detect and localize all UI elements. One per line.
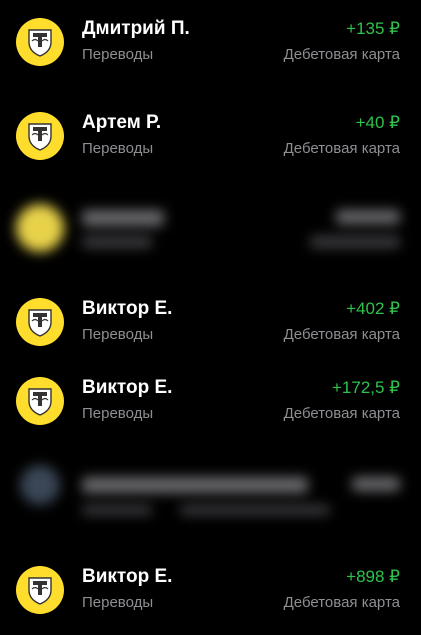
- blurred-transaction-row[interactable]: [0, 455, 421, 515]
- blurred-account: [180, 505, 330, 515]
- transaction-name: Виктор Е.: [82, 566, 173, 587]
- blurred-name: [82, 477, 308, 493]
- tinkoff-logo-icon: [16, 566, 64, 614]
- transaction-account: Дебетовая карта: [283, 326, 400, 343]
- tinkoff-logo-icon: [16, 18, 64, 66]
- blurred-avatar: [16, 204, 64, 252]
- transaction-account: Дебетовая карта: [283, 405, 400, 422]
- blurred-amount: [352, 477, 400, 491]
- transaction-account: Дебетовая карта: [283, 46, 400, 63]
- blurred-transaction-row[interactable]: [0, 198, 421, 258]
- transaction-amount: +402 ₽: [346, 299, 400, 318]
- transaction-category: Переводы: [82, 46, 154, 63]
- transaction-row[interactable]: Артем Р. Переводы +40 ₽ Дебетовая карта: [0, 106, 421, 166]
- transaction-row[interactable]: Виктор Е. Переводы +402 ₽ Дебетовая карт…: [0, 292, 421, 352]
- blurred-category: [82, 236, 152, 248]
- blurred-account: [310, 236, 400, 248]
- transaction-name: Дмитрий П.: [82, 18, 190, 39]
- blurred-category: [82, 505, 152, 515]
- transaction-category: Переводы: [82, 326, 154, 343]
- transaction-name: Виктор Е.: [82, 377, 173, 398]
- transaction-amount: +898 ₽: [346, 567, 400, 586]
- transaction-row[interactable]: Виктор Е. Переводы +898 ₽ Дебетовая карт…: [0, 560, 421, 620]
- transaction-category: Переводы: [82, 594, 154, 611]
- transaction-amount: +135 ₽: [346, 19, 400, 38]
- transaction-account: Дебетовая карта: [283, 140, 400, 157]
- tinkoff-logo-icon: [16, 298, 64, 346]
- tinkoff-logo-icon: [16, 112, 64, 160]
- transaction-amount: +172,5 ₽: [331, 378, 400, 397]
- blurred-amount: [336, 210, 400, 224]
- blurred-avatar: [20, 465, 60, 505]
- transaction-category: Переводы: [82, 140, 154, 157]
- tinkoff-logo-icon: [16, 377, 64, 425]
- blurred-name: [82, 210, 164, 226]
- transaction-category: Переводы: [82, 405, 154, 422]
- transaction-amount: +40 ₽: [355, 113, 400, 132]
- transaction-name: Артем Р.: [82, 112, 162, 133]
- transaction-account: Дебетовая карта: [283, 594, 400, 611]
- transaction-row[interactable]: Дмитрий П. Переводы +135 ₽ Дебетовая кар…: [0, 12, 421, 72]
- transaction-row[interactable]: Виктор Е. Переводы +172,5 ₽ Дебетовая ка…: [0, 371, 421, 431]
- transaction-name: Виктор Е.: [82, 298, 173, 319]
